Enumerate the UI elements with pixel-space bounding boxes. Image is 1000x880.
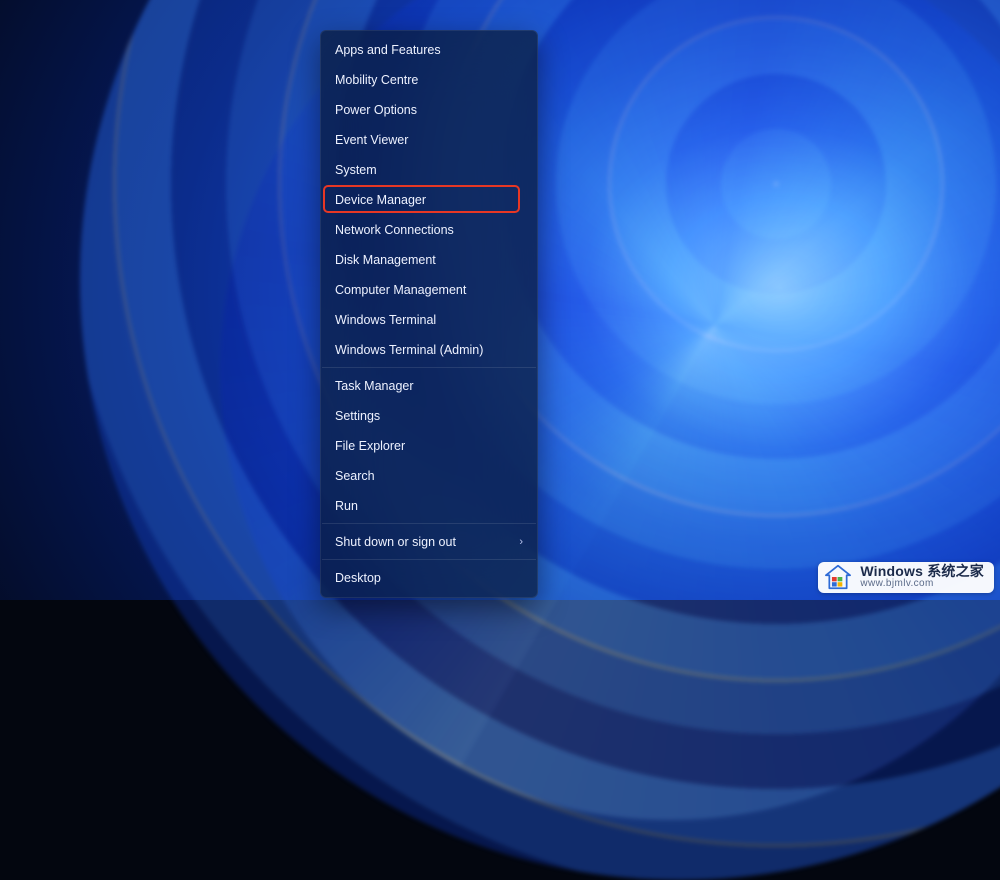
menu-item-apps-and-features[interactable]: Apps and Features bbox=[321, 35, 537, 65]
menu-item-event-viewer[interactable]: Event Viewer bbox=[321, 125, 537, 155]
menu-item-label: Power Options bbox=[335, 95, 417, 125]
menu-item-label: Apps and Features bbox=[335, 35, 441, 65]
watermark-url: www.bjmlv.com bbox=[860, 579, 984, 590]
menu-item-shut-down-or-sign-out[interactable]: Shut down or sign out › bbox=[321, 527, 537, 557]
menu-separator bbox=[322, 559, 536, 560]
menu-separator bbox=[322, 367, 536, 368]
menu-item-windows-terminal[interactable]: Windows Terminal bbox=[321, 305, 537, 335]
menu-item-label: Network Connections bbox=[335, 215, 454, 245]
menu-item-settings[interactable]: Settings bbox=[321, 401, 537, 431]
menu-item-disk-management[interactable]: Disk Management bbox=[321, 245, 537, 275]
watermark-title: Windows 系统之家 bbox=[860, 564, 984, 579]
winx-context-menu: Apps and FeaturesMobility CentrePower Op… bbox=[320, 30, 538, 598]
menu-item-search[interactable]: Search bbox=[321, 461, 537, 491]
menu-item-label: Event Viewer bbox=[335, 125, 408, 155]
menu-item-label: Device Manager bbox=[335, 185, 426, 215]
menu-item-label: Mobility Centre bbox=[335, 65, 418, 95]
menu-item-windows-terminal-admin[interactable]: Windows Terminal (Admin) bbox=[321, 335, 537, 365]
menu-item-label: Shut down or sign out bbox=[335, 527, 456, 557]
menu-item-label: Windows Terminal bbox=[335, 305, 436, 335]
menu-item-computer-management[interactable]: Computer Management bbox=[321, 275, 537, 305]
menu-item-label: File Explorer bbox=[335, 431, 405, 461]
menu-item-label: Task Manager bbox=[335, 371, 414, 401]
menu-item-label: Settings bbox=[335, 401, 380, 431]
menu-item-label: Disk Management bbox=[335, 245, 436, 275]
menu-item-device-manager[interactable]: Device Manager bbox=[321, 185, 537, 215]
menu-item-system[interactable]: System bbox=[321, 155, 537, 185]
watermark-logo-icon bbox=[824, 564, 852, 590]
menu-item-label: Search bbox=[335, 461, 375, 491]
watermark: Windows 系统之家 www.bjmlv.com bbox=[818, 562, 994, 593]
menu-item-label: System bbox=[335, 155, 377, 185]
menu-item-label: Windows Terminal (Admin) bbox=[335, 335, 483, 365]
chevron-right-icon: › bbox=[519, 527, 523, 557]
menu-item-network-connections[interactable]: Network Connections bbox=[321, 215, 537, 245]
menu-item-file-explorer[interactable]: File Explorer bbox=[321, 431, 537, 461]
menu-item-run[interactable]: Run bbox=[321, 491, 537, 521]
menu-item-label: Run bbox=[335, 491, 358, 521]
menu-item-mobility-centre[interactable]: Mobility Centre bbox=[321, 65, 537, 95]
menu-item-task-manager[interactable]: Task Manager bbox=[321, 371, 537, 401]
menu-item-label: Computer Management bbox=[335, 275, 466, 305]
menu-item-desktop[interactable]: Desktop bbox=[321, 563, 537, 593]
menu-item-power-options[interactable]: Power Options bbox=[321, 95, 537, 125]
menu-separator bbox=[322, 523, 536, 524]
menu-item-label: Desktop bbox=[335, 563, 381, 593]
